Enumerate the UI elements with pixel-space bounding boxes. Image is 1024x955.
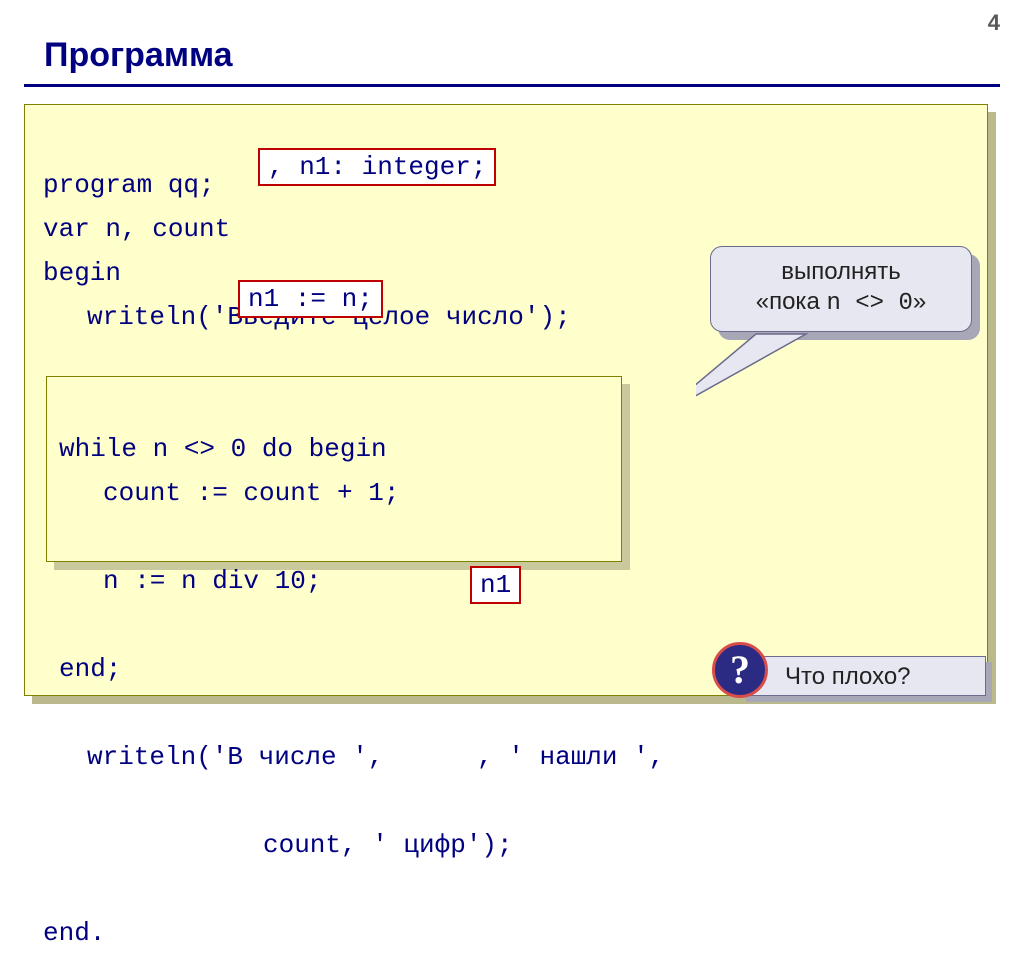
callout-line2: «пока n <> 0» (711, 287, 971, 319)
highlight-n1-output: n1 (470, 566, 521, 604)
code-line: program qq; (43, 170, 215, 200)
highlight-assign-n1: n1 := n; (238, 280, 383, 318)
code-line: begin (43, 258, 121, 288)
code-line: end; (59, 654, 121, 684)
question-mark-icon: ? (712, 642, 768, 698)
question-bar: Что плохо? (740, 656, 986, 696)
code-line: end. (43, 918, 105, 948)
code-blank (43, 566, 59, 596)
code-line: count := count + 1; (59, 471, 609, 515)
code-line: while n <> 0 do begin (59, 434, 387, 464)
highlight-var-decl: , n1: integer; (258, 148, 496, 186)
code-line: writeln('В числе ', , ' нашли ', (43, 735, 969, 779)
code-blank (43, 610, 59, 640)
code-line: count, ' цифр'); (43, 823, 969, 867)
code-line: n := n div 10; (59, 559, 609, 603)
callout-line1: выполнять (711, 257, 971, 287)
callout-bubble: выполнять «пока n <> 0» (710, 246, 972, 332)
slide-title: Программа (44, 36, 233, 75)
code-line: var n, count (43, 214, 230, 244)
title-underline (24, 84, 1000, 87)
code-blank (43, 654, 59, 684)
while-box: while n <> 0 do begin count := count + 1… (46, 376, 622, 562)
code-blank (43, 698, 59, 728)
slide-number: 4 (988, 10, 1000, 36)
